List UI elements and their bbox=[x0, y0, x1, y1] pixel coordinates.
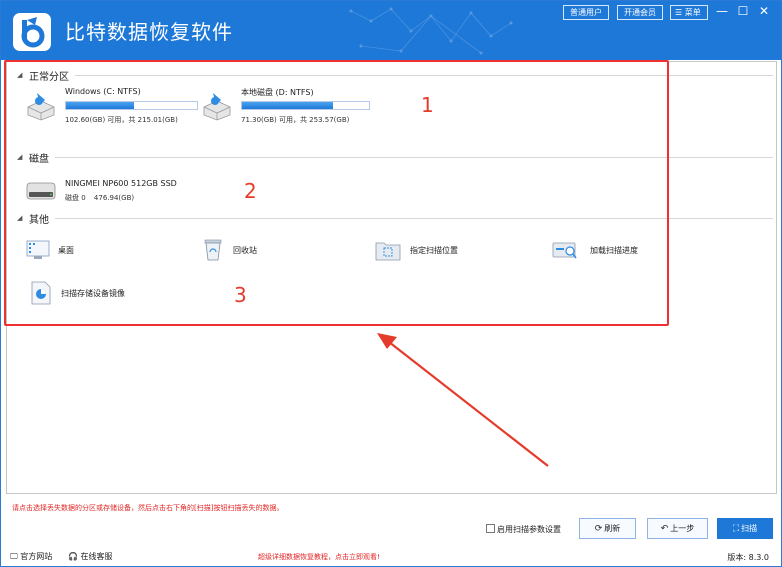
menu-icon: ☰ bbox=[675, 8, 683, 17]
annotation-number-2: 2 bbox=[244, 179, 257, 203]
version-label: 版本: 8.3.0 bbox=[727, 553, 769, 562]
online-support-label: 在线客服 bbox=[80, 552, 113, 561]
official-website-label: 官方网站 bbox=[20, 552, 53, 561]
vip-button[interactable]: 开通会员 bbox=[617, 5, 663, 20]
headset-icon: 🎧 bbox=[68, 552, 78, 561]
annotation-number-3: 3 bbox=[234, 283, 247, 307]
checkbox-box[interactable] bbox=[486, 524, 495, 533]
previous-label: 上一步 bbox=[670, 524, 695, 533]
minimize-button[interactable]: — bbox=[712, 3, 732, 19]
scan-icon: ⛶ bbox=[732, 524, 740, 534]
highlight-box bbox=[4, 60, 669, 326]
app-title: 比特数据恢复软件 bbox=[65, 20, 233, 44]
app-logo bbox=[13, 13, 51, 51]
monitor-icon: 🖵 bbox=[10, 552, 18, 561]
footer-bar: 🖵 官方网站 🎧 在线客服 超级详细数据恢复教程，点击立即观看! 版本: 8.3… bbox=[1, 546, 781, 566]
menu-button[interactable]: ☰ 菜单 bbox=[670, 5, 708, 20]
title-bar: 比特数据恢复软件 普通用户 开通会员 ☰ 菜单 — ☐ ✕ bbox=[1, 1, 781, 60]
refresh-icon: ⟳ bbox=[594, 524, 603, 534]
tutorial-promo-link[interactable]: 超级详细数据恢复教程，点击立即观看! bbox=[258, 552, 380, 562]
back-icon: ↶ bbox=[660, 524, 669, 534]
app-window: 比特数据恢复软件 普通用户 开通会员 ☰ 菜单 — ☐ ✕ ◢ 正常分区 Win… bbox=[0, 0, 782, 567]
maximize-button[interactable]: ☐ bbox=[733, 3, 753, 19]
previous-button[interactable]: ↶ 上一步 bbox=[647, 518, 708, 539]
close-button[interactable]: ✕ bbox=[754, 3, 774, 19]
checkbox-label: 启用扫描参数设置 bbox=[497, 525, 561, 534]
scan-params-checkbox[interactable]: 启用扫描参数设置 bbox=[486, 524, 561, 535]
title-decoration bbox=[349, 7, 513, 55]
instruction-hint: 请点击选择丢失数据的分区或存储设备，然后点击右下角的[扫描]按钮扫描丢失的数据。 bbox=[12, 504, 284, 512]
user-type-button[interactable]: 普通用户 bbox=[563, 5, 609, 20]
online-support-link[interactable]: 🎧 在线客服 bbox=[68, 551, 113, 562]
scan-label: 扫描 bbox=[741, 524, 758, 533]
refresh-button[interactable]: ⟳ 刷新 bbox=[579, 518, 636, 539]
scan-button[interactable]: ⛶ 扫描 bbox=[717, 518, 773, 539]
refresh-label: 刷新 bbox=[604, 524, 621, 533]
annotation-number-1: 1 bbox=[421, 93, 434, 117]
official-website-link[interactable]: 🖵 官方网站 bbox=[10, 551, 52, 562]
menu-label: 菜单 bbox=[684, 8, 701, 17]
